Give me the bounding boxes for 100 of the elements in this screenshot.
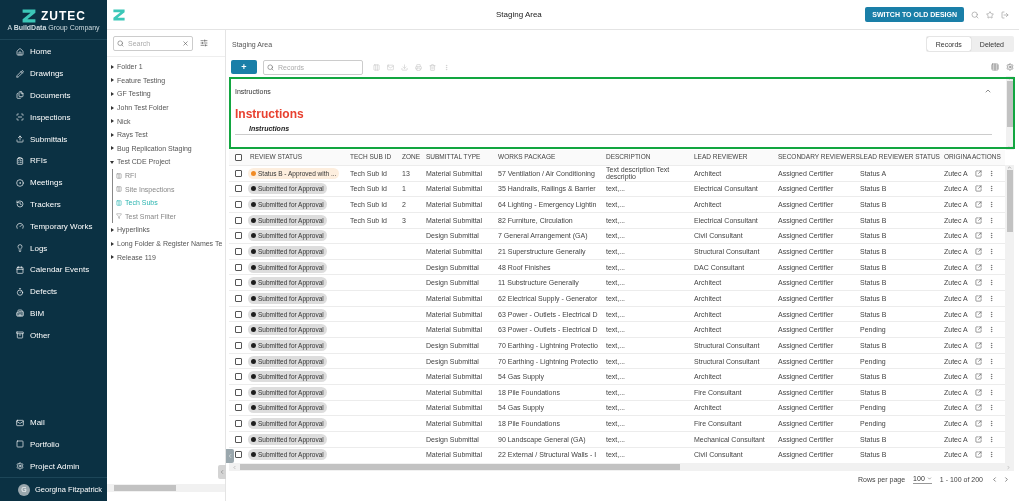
scrollbar[interactable] <box>107 484 225 492</box>
files-icon <box>16 91 24 100</box>
sliders-icon[interactable] <box>200 39 208 47</box>
checkbox[interactable] <box>234 341 242 349</box>
checkbox[interactable] <box>234 154 242 161</box>
checkbox[interactable] <box>234 279 242 287</box>
checkbox[interactable] <box>234 232 242 240</box>
open-icon[interactable] <box>975 388 982 396</box>
scan-frame-icon <box>16 113 24 122</box>
nav-item[interactable]: Project Admin <box>0 455 107 477</box>
gear-icon <box>16 462 24 471</box>
caret-icon[interactable] <box>110 159 114 164</box>
nav-item[interactable]: BIM <box>0 302 107 325</box>
caret-icon[interactable] <box>110 64 114 69</box>
columns-icon <box>116 199 122 206</box>
logo-icon <box>21 8 37 24</box>
open-icon[interactable] <box>975 185 982 193</box>
scrollbar[interactable] <box>1005 165 1014 463</box>
caret-icon[interactable] <box>110 241 114 246</box>
checkbox[interactable] <box>234 185 242 193</box>
scroll-down-icon[interactable] <box>1007 145 1013 150</box>
caret-icon[interactable] <box>110 146 114 151</box>
search-icon <box>117 39 124 47</box>
nav-item[interactable]: RFIs <box>0 150 107 172</box>
timer-icon <box>16 287 24 296</box>
caret-icon[interactable] <box>110 105 114 110</box>
caret-icon[interactable] <box>110 255 114 260</box>
checkbox[interactable] <box>234 451 242 459</box>
nav-item[interactable]: Documents <box>0 84 107 107</box>
nav-item[interactable]: Calendar Events <box>0 258 107 281</box>
house-icon <box>16 47 24 56</box>
nav-item[interactable]: Drawings <box>0 62 107 85</box>
caret-icon[interactable] <box>110 92 114 96</box>
nav-item[interactable]: Mail <box>0 411 107 434</box>
checkbox[interactable] <box>234 201 242 209</box>
checkbox[interactable] <box>234 388 242 396</box>
open-icon[interactable] <box>975 404 982 412</box>
logo-text: ZUTEC <box>41 9 86 23</box>
collapse-handle[interactable] <box>226 449 234 463</box>
nav-item[interactable]: Submittals <box>0 128 107 150</box>
settings-icon[interactable] <box>1006 63 1014 71</box>
open-icon[interactable] <box>975 420 982 428</box>
open-icon[interactable] <box>975 248 982 255</box>
nav-item[interactable]: Meetings <box>0 171 107 194</box>
checkbox[interactable] <box>234 294 242 302</box>
open-icon[interactable] <box>975 279 982 287</box>
chevron-up-icon[interactable] <box>984 87 992 95</box>
close-icon[interactable] <box>182 39 189 47</box>
envelope-icon <box>16 418 24 427</box>
open-icon[interactable] <box>975 341 982 349</box>
checkbox[interactable] <box>234 263 242 271</box>
checkbox[interactable] <box>234 216 242 224</box>
open-icon[interactable] <box>975 169 982 177</box>
scroll-up-icon[interactable] <box>1007 76 1013 81</box>
nav-item[interactable]: Other <box>0 324 107 347</box>
caret-icon[interactable] <box>110 119 114 124</box>
next-page-icon[interactable] <box>1003 475 1010 483</box>
calendar-icon <box>16 265 24 274</box>
caret-icon[interactable] <box>110 227 114 232</box>
nav-item[interactable]: Trackers <box>0 193 107 216</box>
previous-page-icon[interactable] <box>991 475 998 483</box>
open-icon[interactable] <box>975 451 982 459</box>
checkbox[interactable] <box>234 357 242 365</box>
collapse-handle[interactable] <box>218 465 226 479</box>
checkbox[interactable] <box>234 326 242 334</box>
open-icon[interactable] <box>975 357 982 365</box>
nav-item[interactable]: Portfolio <box>0 433 107 456</box>
instructions-heading: Instructions <box>235 107 304 121</box>
open-icon[interactable] <box>975 310 982 318</box>
open-icon[interactable] <box>975 201 982 209</box>
nav-item[interactable]: Inspections <box>0 106 107 129</box>
checkbox[interactable] <box>234 435 242 443</box>
lightbulb-icon <box>16 244 24 253</box>
chevron-left-icon <box>227 453 233 459</box>
checkbox[interactable] <box>234 373 242 381</box>
checkbox[interactable] <box>234 310 242 318</box>
checkbox[interactable] <box>234 248 242 255</box>
nav-item[interactable]: Logs <box>0 237 107 259</box>
open-icon[interactable] <box>975 232 982 240</box>
open-icon[interactable] <box>975 326 982 334</box>
nav-item[interactable]: Defects <box>0 280 107 303</box>
columns-icon <box>116 172 122 179</box>
filter-icon <box>116 213 122 220</box>
checkbox[interactable] <box>234 404 242 412</box>
add-button[interactable]: + <box>231 60 257 74</box>
caret-icon[interactable] <box>110 78 114 83</box>
open-icon[interactable] <box>975 373 982 381</box>
nav-item[interactable]: Temporary Works <box>0 215 107 238</box>
open-icon[interactable] <box>975 294 982 302</box>
scrollbar[interactable] <box>1006 76 1014 150</box>
nav-item[interactable]: Home <box>0 41 107 63</box>
star-icon[interactable] <box>986 10 994 19</box>
checkbox[interactable] <box>234 420 242 428</box>
checkbox[interactable] <box>234 169 242 177</box>
open-icon[interactable] <box>975 263 982 271</box>
caret-icon[interactable] <box>110 132 114 137</box>
open-icon[interactable] <box>975 435 982 443</box>
open-icon[interactable] <box>975 216 982 224</box>
gauge-icon <box>16 222 24 231</box>
logo-icon <box>112 7 126 22</box>
